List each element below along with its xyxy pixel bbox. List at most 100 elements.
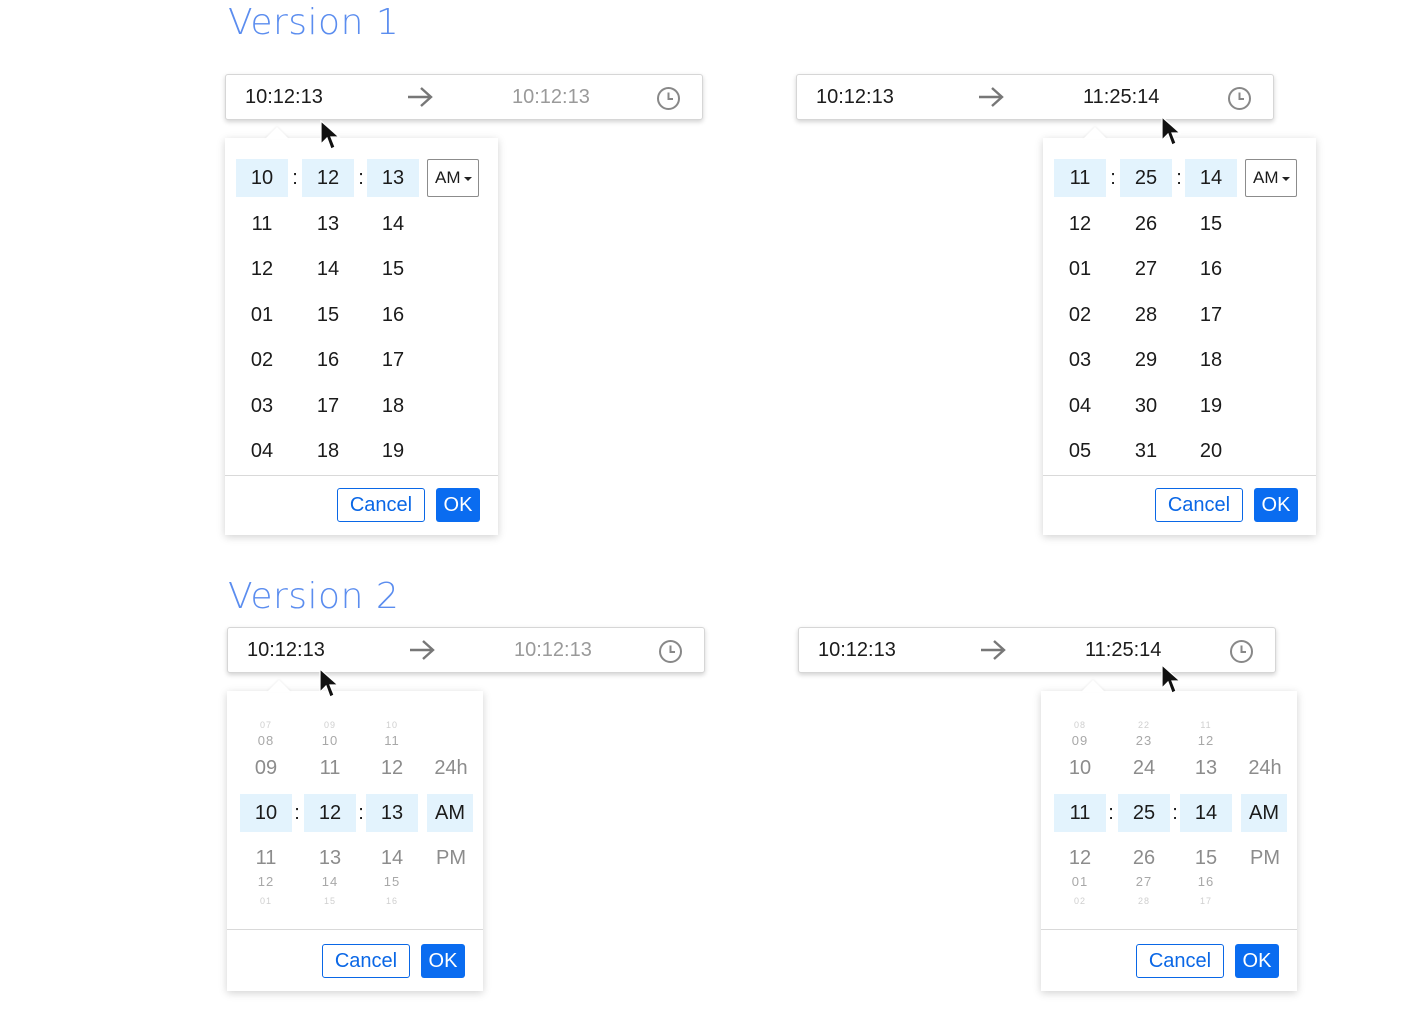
time-range-input-a[interactable]: 10:12:13 10:12:13 bbox=[225, 74, 703, 120]
minute-selected[interactable]: 25 bbox=[1118, 794, 1170, 832]
second-option[interactable]: 11 bbox=[1180, 721, 1232, 729]
second-option[interactable]: 10 bbox=[366, 721, 418, 729]
second-option[interactable]: 14 bbox=[1185, 159, 1237, 197]
second-option[interactable]: 11 bbox=[366, 733, 418, 749]
minute-option[interactable]: 11 bbox=[304, 753, 356, 783]
time-range-input-b[interactable]: 10:12:13 11:25:14 bbox=[796, 74, 1274, 120]
clock-icon[interactable] bbox=[656, 86, 681, 111]
second-option[interactable]: 13 bbox=[1180, 753, 1232, 783]
time-range-input-c[interactable]: 10:12:13 10:12:13 bbox=[227, 627, 705, 673]
second-option[interactable]: 18 bbox=[367, 387, 419, 425]
second-option[interactable]: 16 bbox=[1180, 874, 1232, 890]
minute-selected[interactable]: 12 bbox=[304, 794, 356, 832]
start-time[interactable]: 10:12:13 bbox=[818, 639, 896, 662]
ok-button[interactable]: OK bbox=[436, 488, 480, 522]
minute-option[interactable]: 28 bbox=[1118, 897, 1170, 905]
second-option[interactable]: 16 bbox=[366, 897, 418, 905]
minute-option[interactable]: 13 bbox=[304, 843, 356, 873]
end-time[interactable]: 11:25:14 bbox=[1085, 639, 1161, 662]
cancel-button[interactable]: Cancel bbox=[322, 944, 410, 978]
hour-option[interactable]: 03 bbox=[236, 387, 288, 425]
second-option[interactable]: 19 bbox=[367, 432, 419, 470]
hour-option[interactable]: 12 bbox=[1054, 843, 1106, 873]
cancel-button[interactable]: Cancel bbox=[1136, 944, 1224, 978]
ok-button[interactable]: OK bbox=[421, 944, 465, 978]
hour-option[interactable]: 01 bbox=[1054, 874, 1106, 890]
mode-pm[interactable]: PM bbox=[425, 843, 477, 873]
hour-option[interactable]: 04 bbox=[236, 432, 288, 470]
second-option[interactable]: 18 bbox=[1185, 341, 1237, 379]
minute-option[interactable]: 27 bbox=[1118, 874, 1170, 890]
start-time[interactable]: 10:12:13 bbox=[816, 86, 894, 109]
mode-am-selected[interactable]: AM bbox=[1241, 794, 1287, 832]
minute-option[interactable]: 15 bbox=[304, 897, 356, 905]
minute-option[interactable]: 22 bbox=[1118, 721, 1170, 729]
minute-option[interactable]: 17 bbox=[302, 387, 354, 425]
hour-option[interactable]: 12 bbox=[1054, 205, 1106, 243]
second-option[interactable]: 14 bbox=[366, 843, 418, 873]
hour-option[interactable]: 02 bbox=[1054, 897, 1106, 905]
hour-option[interactable]: 09 bbox=[240, 753, 292, 783]
ampm-select[interactable]: AM bbox=[1245, 159, 1297, 197]
second-option[interactable]: 20 bbox=[1185, 432, 1237, 470]
minute-option[interactable]: 13 bbox=[302, 205, 354, 243]
hour-option[interactable]: 01 bbox=[236, 296, 288, 334]
minute-option[interactable]: 23 bbox=[1118, 733, 1170, 749]
second-option[interactable]: 17 bbox=[367, 341, 419, 379]
clock-icon[interactable] bbox=[658, 639, 683, 664]
hour-option[interactable]: 11 bbox=[236, 205, 288, 243]
minute-option[interactable]: 31 bbox=[1120, 432, 1172, 470]
minute-option[interactable]: 14 bbox=[304, 874, 356, 890]
second-option[interactable]: 12 bbox=[1180, 733, 1232, 749]
hour-option[interactable]: 01 bbox=[240, 897, 292, 905]
hour-option[interactable]: 04 bbox=[1054, 387, 1106, 425]
minute-option[interactable]: 14 bbox=[302, 250, 354, 288]
minute-option[interactable]: 26 bbox=[1120, 205, 1172, 243]
second-option[interactable]: 17 bbox=[1185, 296, 1237, 334]
hour-option[interactable]: 12 bbox=[240, 874, 292, 890]
minute-option[interactable]: 18 bbox=[302, 432, 354, 470]
second-option[interactable]: 15 bbox=[366, 874, 418, 890]
hour-option[interactable]: 08 bbox=[240, 733, 292, 749]
minute-option[interactable]: 28 bbox=[1120, 296, 1172, 334]
minute-option[interactable]: 26 bbox=[1118, 843, 1170, 873]
hour-option[interactable]: 02 bbox=[1054, 296, 1106, 334]
end-time[interactable]: 10:12:13 bbox=[514, 639, 592, 662]
mode-24h[interactable]: 24h bbox=[425, 753, 477, 783]
second-option[interactable]: 12 bbox=[366, 753, 418, 783]
ampm-select[interactable]: AM bbox=[427, 159, 479, 197]
second-option[interactable]: 14 bbox=[367, 205, 419, 243]
ok-button[interactable]: OK bbox=[1254, 488, 1298, 522]
minute-option[interactable]: 10 bbox=[304, 733, 356, 749]
second-selected[interactable]: 13 bbox=[366, 794, 418, 832]
hour-option[interactable]: 11 bbox=[240, 843, 292, 873]
hour-option[interactable]: 10 bbox=[236, 159, 288, 197]
second-option[interactable]: 16 bbox=[367, 296, 419, 334]
cancel-button[interactable]: Cancel bbox=[337, 488, 425, 522]
hour-selected[interactable]: 11 bbox=[1054, 794, 1106, 832]
minute-option[interactable]: 16 bbox=[302, 341, 354, 379]
second-option[interactable]: 16 bbox=[1185, 250, 1237, 288]
mode-am-selected[interactable]: AM bbox=[427, 794, 473, 832]
hour-option[interactable]: 02 bbox=[236, 341, 288, 379]
minute-option[interactable]: 29 bbox=[1120, 341, 1172, 379]
end-time[interactable]: 11:25:14 bbox=[1083, 86, 1159, 109]
minute-option[interactable]: 12 bbox=[302, 159, 354, 197]
minute-option[interactable]: 25 bbox=[1120, 159, 1172, 197]
second-option[interactable]: 15 bbox=[367, 250, 419, 288]
second-option[interactable]: 19 bbox=[1185, 387, 1237, 425]
time-range-input-d[interactable]: 10:12:13 11:25:14 bbox=[798, 627, 1276, 673]
hour-option[interactable]: 05 bbox=[1054, 432, 1106, 470]
minute-option[interactable]: 15 bbox=[302, 296, 354, 334]
start-time[interactable]: 10:12:13 bbox=[245, 86, 323, 109]
second-option[interactable]: 15 bbox=[1185, 205, 1237, 243]
hour-option[interactable]: 01 bbox=[1054, 250, 1106, 288]
minute-option[interactable]: 09 bbox=[304, 721, 356, 729]
clock-icon[interactable] bbox=[1229, 639, 1254, 664]
mode-24h[interactable]: 24h bbox=[1239, 753, 1291, 783]
cancel-button[interactable]: Cancel bbox=[1155, 488, 1243, 522]
second-option[interactable]: 15 bbox=[1180, 843, 1232, 873]
clock-icon[interactable] bbox=[1227, 86, 1252, 111]
hour-option[interactable]: 10 bbox=[1054, 753, 1106, 783]
hour-option[interactable]: 08 bbox=[1054, 721, 1106, 729]
